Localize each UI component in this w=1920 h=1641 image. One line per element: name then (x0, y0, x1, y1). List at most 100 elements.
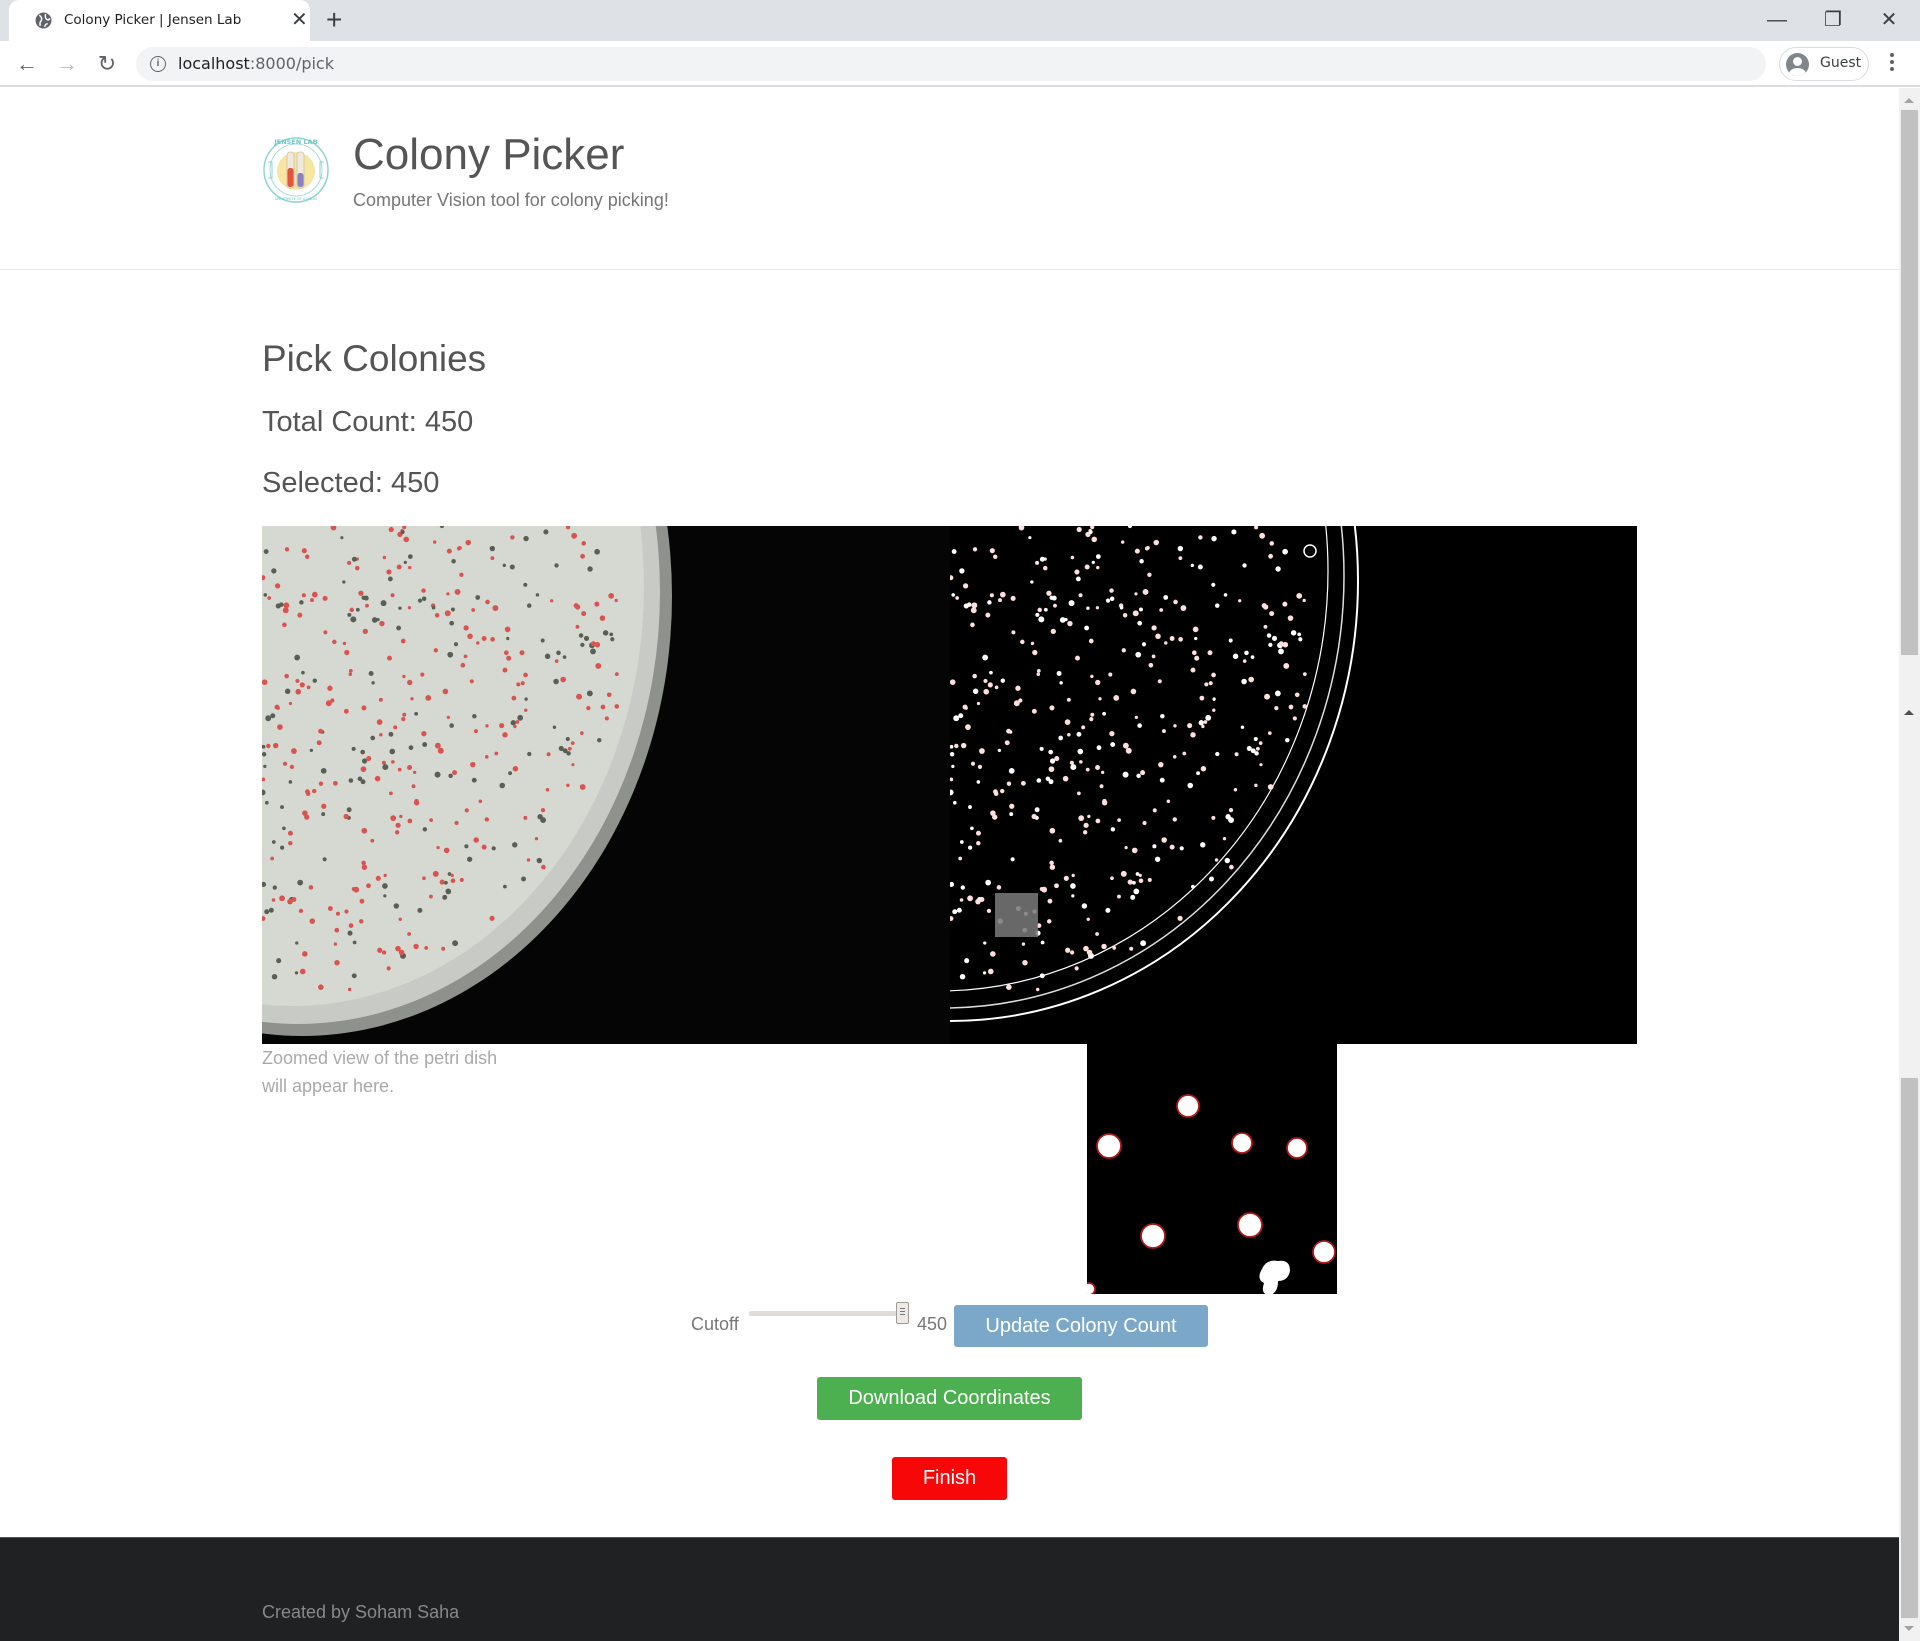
colony-dot (1071, 894, 1075, 898)
colony-dot (1015, 685, 1021, 691)
colony-dot (1102, 711, 1107, 716)
page-scrollbar[interactable] (1899, 88, 1920, 1641)
scroll-up-arrow-icon[interactable] (1904, 710, 1914, 715)
colony-dot (554, 563, 559, 568)
colony-dot (1006, 984, 1012, 990)
colony-dot (312, 678, 318, 683)
download-coordinates-button[interactable]: Download Coordinates (817, 1377, 1082, 1420)
colony-dot (1140, 770, 1146, 776)
new-tab-button[interactable]: + (326, 6, 342, 34)
scroll-up-arrow-icon[interactable] (1904, 98, 1914, 103)
maximize-icon[interactable]: ❐ (1813, 6, 1853, 34)
colony-dot (302, 951, 308, 957)
colony-dot (503, 650, 509, 656)
colony-dot (343, 813, 349, 820)
petri-dish-images[interactable] (262, 526, 1637, 1044)
browser-tab[interactable]: Colony Picker | Jensen Lab ✕ (9, 0, 310, 41)
colony-dot (1070, 764, 1077, 771)
colony-dot (1129, 946, 1134, 951)
colony-dot (1049, 864, 1056, 870)
address-bar[interactable]: i localhost:8000/pick (136, 47, 1766, 81)
petri-dish-binary[interactable] (950, 526, 1637, 1044)
colony-dot (1290, 630, 1297, 636)
back-arrow-icon[interactable]: ← (13, 50, 41, 78)
colony-dot (407, 818, 413, 824)
url-text[interactable]: localhost:8000/pick (178, 54, 334, 73)
colony-dot (519, 650, 525, 656)
colony-dot (408, 565, 412, 570)
colony-dot (1137, 620, 1143, 626)
update-colony-count-button[interactable]: Update Colony Count (954, 1305, 1208, 1347)
colony-dot (306, 685, 311, 690)
site-info-icon[interactable]: i (150, 56, 166, 72)
colony-dot (1090, 712, 1095, 717)
minimize-icon[interactable]: — (1757, 6, 1797, 34)
cutoff-value: 450 (917, 1314, 948, 1334)
colony-dot (604, 716, 609, 721)
petri-dish-photo[interactable] (262, 526, 950, 1044)
reload-icon[interactable]: ↻ (93, 50, 121, 78)
slider-thumb[interactable] (896, 1302, 909, 1324)
colony-dot (294, 971, 299, 975)
colony-dot (476, 641, 480, 645)
colony-dot (956, 907, 962, 913)
colony-dot (376, 719, 383, 725)
colony-dot (322, 857, 327, 862)
colony-dot (1050, 628, 1056, 635)
colony-dot (520, 681, 525, 686)
colony-dot (396, 625, 402, 631)
cutoff-slider[interactable] (749, 1300, 911, 1330)
colony-dot (1095, 932, 1099, 936)
svg-text:JENSEN LAB: JENSEN LAB (273, 138, 317, 146)
browser-menu-icon[interactable] (1886, 50, 1898, 78)
colony-dot (535, 593, 540, 597)
scrollbar-thumb[interactable] (1901, 1078, 1918, 1618)
colony-dot (1096, 745, 1102, 751)
tab-title: Colony Picker | Jensen Lab (64, 12, 242, 28)
colony-dot (263, 549, 269, 554)
colony-dot (268, 907, 274, 913)
colony-dot (1191, 650, 1197, 656)
colony-dot (360, 749, 366, 755)
window-close-icon[interactable]: ✕ (1869, 6, 1909, 34)
colony-dot (1302, 672, 1307, 677)
colony-dot (382, 764, 389, 771)
colony-dot (1250, 655, 1255, 659)
colony-dot (1058, 838, 1063, 843)
colony-dot (450, 873, 454, 878)
finish-button[interactable]: Finish (892, 1457, 1007, 1500)
colony-dot (1051, 595, 1057, 601)
colony-dot (975, 830, 981, 836)
zoomed-petri-view[interactable] (1087, 1044, 1337, 1294)
colony-dot (288, 840, 293, 846)
colony-dot (1204, 682, 1209, 687)
colony-dot (515, 720, 520, 724)
colony-dot (600, 704, 606, 710)
forward-arrow-icon[interactable]: → (53, 50, 81, 78)
colony-dot (958, 856, 963, 861)
colony-dot (398, 606, 402, 610)
colony-dot (1110, 876, 1114, 881)
colony-dot (410, 697, 414, 701)
colony-dot (580, 642, 585, 647)
colony-dot (1077, 748, 1084, 755)
colony-dot (327, 685, 333, 691)
colony-dot (523, 535, 529, 542)
colony-dot (452, 770, 458, 776)
tab-close-icon[interactable]: ✕ (291, 8, 308, 32)
colony-dot (970, 761, 976, 766)
colony-dot (347, 560, 352, 565)
colony-dot (263, 593, 268, 597)
colony-dot (1063, 875, 1069, 881)
profile-button[interactable]: Guest (1779, 47, 1869, 81)
colony-dot (1047, 919, 1052, 924)
colony-dot (1172, 755, 1177, 759)
colony-dot (1134, 715, 1138, 720)
scroll-down-arrow-icon[interactable] (1904, 1626, 1914, 1631)
colony-dot (1190, 667, 1196, 673)
colony-dot (550, 599, 554, 603)
colony-dot (1205, 714, 1212, 721)
slider-track[interactable] (749, 1311, 909, 1316)
scrollbar-thumb[interactable] (1901, 110, 1918, 655)
colony-dot (959, 568, 965, 574)
